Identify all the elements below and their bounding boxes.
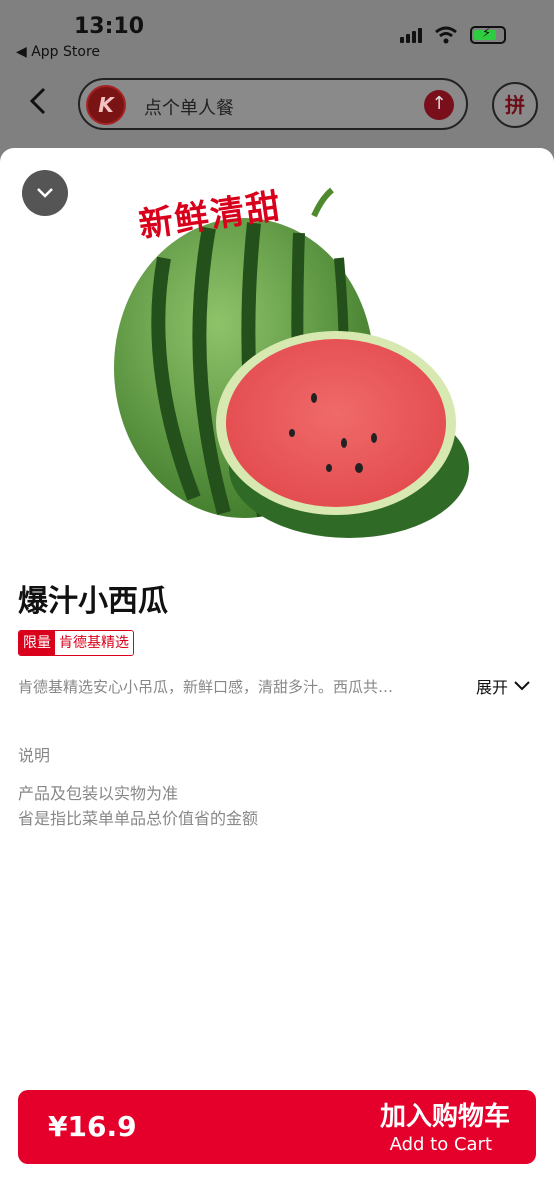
screen: 13:10 ◀ App Store ⚡ K 点个单人餐 ↑ 拼 新鲜清甜 爆汁小… [0, 0, 554, 1200]
charging-bolt-icon: ⚡ [482, 26, 492, 41]
wifi-icon [435, 26, 457, 44]
search-bar[interactable]: K 点个单人餐 ↑ [78, 78, 468, 130]
note-line: 省是指比菜单单品总价值省的金额 [18, 809, 259, 828]
tag-limited: 限量 [19, 631, 55, 655]
background-app: 13:10 ◀ App Store ⚡ K 点个单人餐 ↑ 拼 [0, 0, 554, 170]
back-button[interactable] [28, 86, 58, 122]
arrow-up-icon[interactable]: ↑ [424, 90, 454, 120]
notes-title: 说明 [18, 746, 51, 765]
product-detail-sheet: 新鲜清甜 爆汁小西瓜 限量 肯德基精选 肯德基精选安心小吊瓜，新鲜口感，清甜多汁… [0, 148, 554, 1200]
group-order-button[interactable]: 拼 [492, 82, 538, 128]
add-to-cart-label-cn: 加入购物车 [379, 1102, 510, 1132]
product-description: 肯德基精选安心小吊瓜，新鲜口感，清甜多汁。西瓜共… [18, 678, 394, 696]
tag-kfc-selection: 肯德基精选 [55, 631, 133, 655]
expand-button[interactable]: 展开 [476, 674, 530, 698]
status-bar: 13:10 ◀ App Store ⚡ [0, 0, 554, 70]
note-line: 产品及包装以实物为准 [18, 784, 179, 803]
product-title: 爆汁小西瓜 [18, 584, 168, 619]
chevron-left-icon [29, 87, 46, 115]
nav-row: K 点个单人餐 ↑ 拼 [0, 76, 554, 132]
chevron-down-icon [37, 188, 53, 198]
product-image: 新鲜清甜 [104, 168, 474, 548]
status-icons: ⚡ [400, 26, 506, 44]
search-placeholder: 点个单人餐 [144, 98, 234, 119]
product-tag: 限量 肯德基精选 [18, 630, 134, 656]
add-to-cart-button[interactable]: ¥16.9 加入购物车 Add to Cart [18, 1090, 536, 1164]
kfc-logo-icon: K [86, 85, 126, 125]
battery-icon: ⚡ [470, 26, 506, 44]
chevron-down-icon [514, 681, 530, 691]
add-to-cart-label-en: Add to Cart [389, 1134, 492, 1155]
close-sheet-button[interactable] [22, 170, 68, 216]
status-time: 13:10 [74, 14, 145, 39]
price: ¥16.9 [48, 1110, 137, 1143]
signal-icon [400, 27, 422, 43]
back-to-app-store[interactable]: ◀ App Store [16, 44, 100, 60]
expand-label: 展开 [476, 678, 509, 697]
